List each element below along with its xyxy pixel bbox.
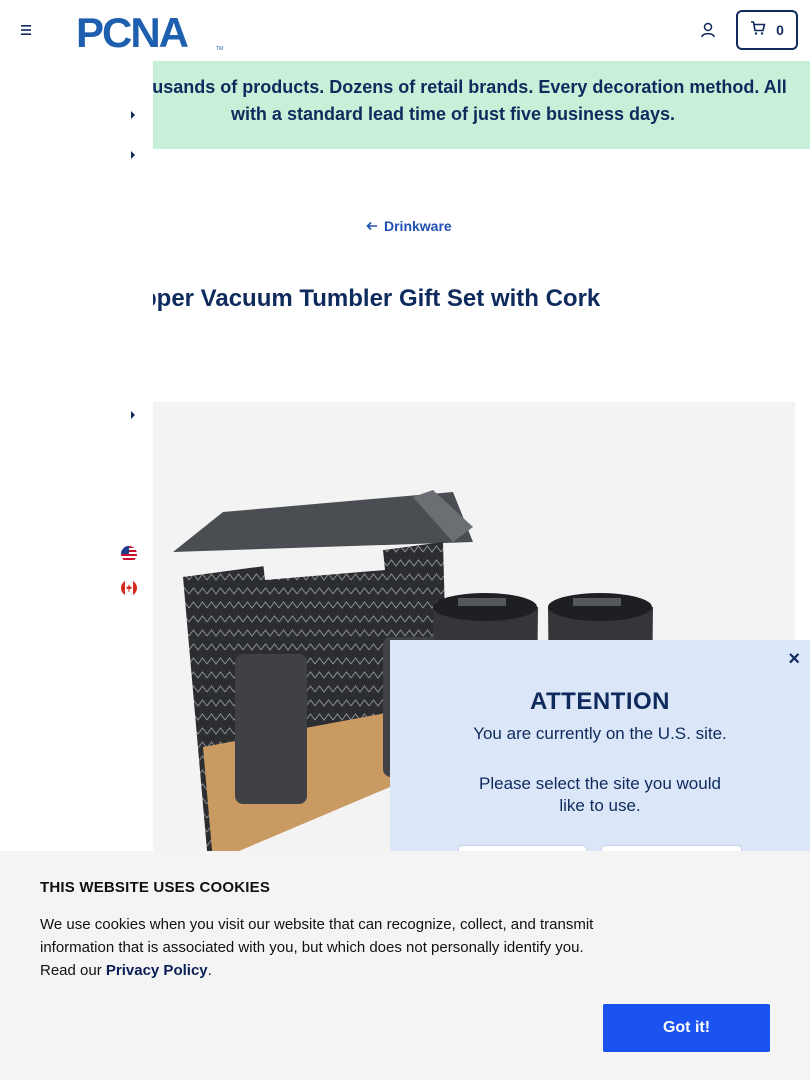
banner-text: Thousands of products. Dozens of retail … xyxy=(153,77,787,124)
chevron-right-icon[interactable] xyxy=(129,147,137,159)
cookie-consent-banner: THIS WEBSITE USES COOKIES We use cookies… xyxy=(0,851,810,1080)
site-select-prompt: Please select the site you would like to… xyxy=(479,774,721,815)
canada-flag-icon[interactable] xyxy=(121,580,137,596)
cart-button[interactable]: 0 xyxy=(736,10,798,50)
cart-icon xyxy=(750,20,766,41)
logo-text: PCNA xyxy=(76,11,189,51)
pcna-logo[interactable]: PCNA TM xyxy=(76,9,226,56)
cart-count: 0 xyxy=(776,22,784,38)
announcement-banner: Thousands of products. Dozens of retail … xyxy=(153,61,810,149)
user-icon[interactable] xyxy=(699,21,717,39)
accept-cookies-button[interactable]: Got it! xyxy=(603,1004,770,1052)
cookie-text: We use cookies when you visit our websit… xyxy=(40,913,610,982)
breadcrumb-label: Drinkware xyxy=(384,218,452,234)
product-title: Copper Vacuum Tumbler Gift Set with Cork xyxy=(110,285,601,312)
modal-title: ATTENTION xyxy=(529,688,671,715)
logo-tm: TM xyxy=(216,46,223,51)
current-site-text: You are currently on the U.S. site. xyxy=(473,724,727,743)
arrow-left-icon xyxy=(366,218,378,234)
site-header: PCNA TM 0 xyxy=(0,0,810,61)
chevron-right-icon[interactable] xyxy=(129,407,137,419)
breadcrumb-back-link[interactable]: Drinkware xyxy=(366,218,452,234)
cookie-trailing: . xyxy=(207,962,212,979)
close-icon[interactable]: × xyxy=(788,648,800,671)
cookie-title: THIS WEBSITE USES COOKIES xyxy=(40,879,271,896)
us-flag-icon[interactable] xyxy=(121,546,137,562)
chevron-right-icon[interactable] xyxy=(129,107,137,119)
hamburger-menu-icon[interactable] xyxy=(20,22,36,38)
privacy-policy-link[interactable]: Privacy Policy xyxy=(106,962,208,979)
